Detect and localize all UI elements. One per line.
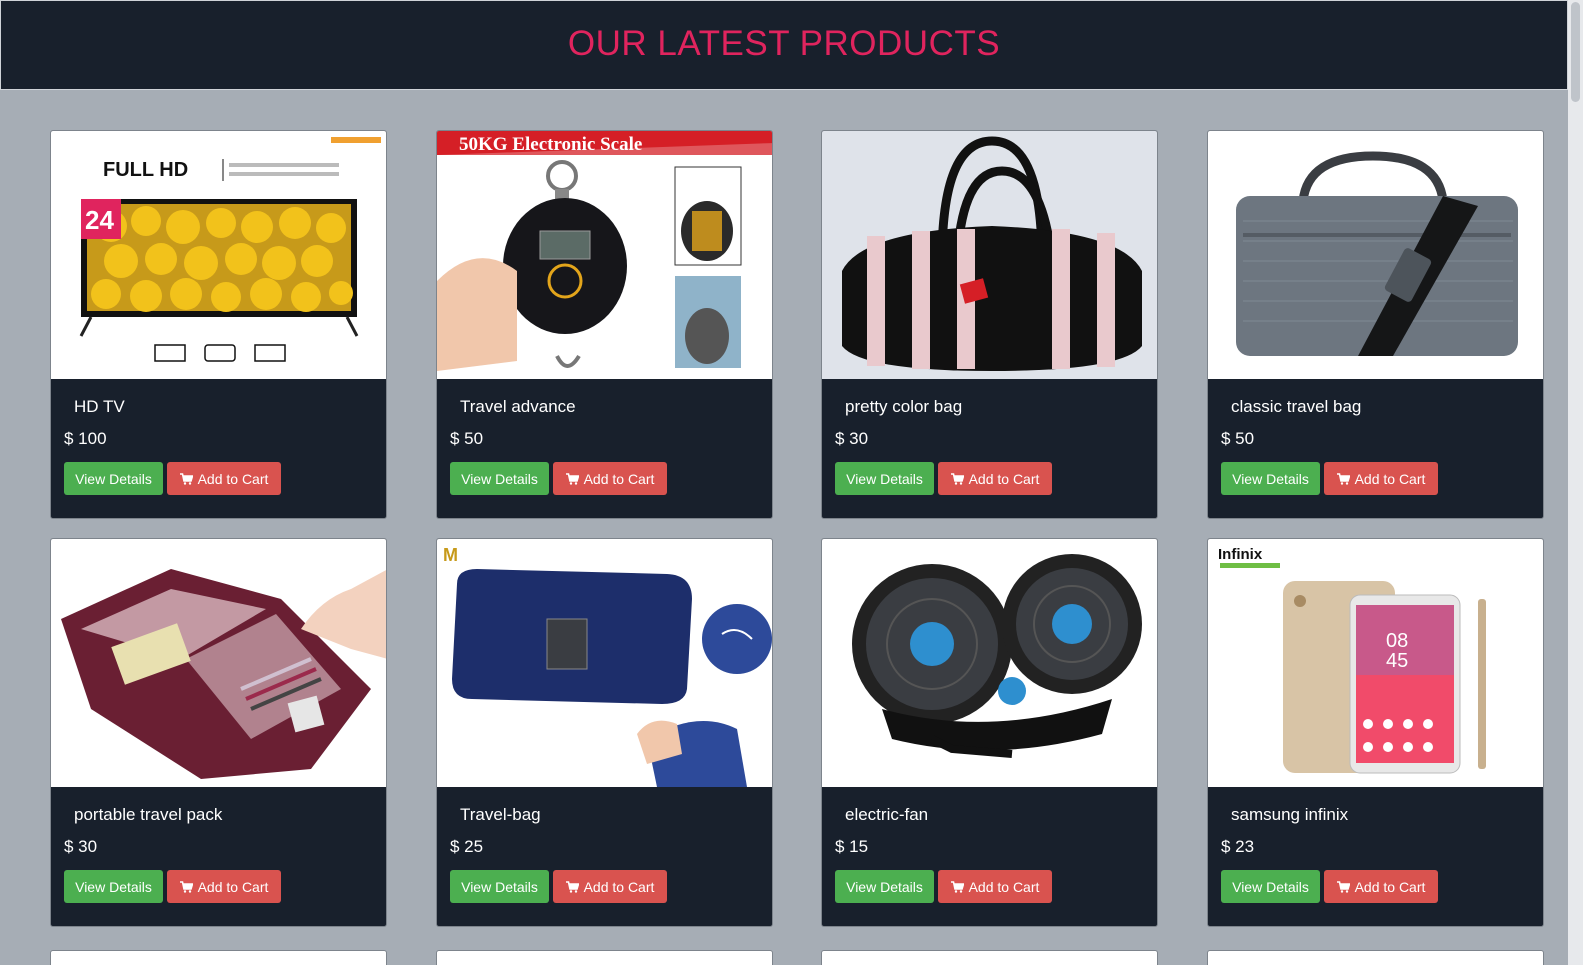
view-details-button[interactable]: View Details xyxy=(450,870,549,903)
svg-text:08: 08 xyxy=(1386,630,1408,652)
fan-image[interactable] xyxy=(822,539,1157,787)
add-to-cart-label: Add to Cart xyxy=(583,470,655,487)
product-price: $ 30 xyxy=(64,837,98,856)
view-details-button[interactable]: View Details xyxy=(1221,870,1320,903)
view-details-button[interactable]: View Details xyxy=(450,462,549,495)
add-to-cart-label: Add to Cart xyxy=(1354,470,1426,487)
add-to-cart-label: Add to Cart xyxy=(1354,878,1426,895)
add-to-cart-button[interactable]: Add to Cart xyxy=(938,870,1052,903)
laptop-bag-image[interactable] xyxy=(1208,131,1543,379)
page-header: OUR LATEST PRODUCTS xyxy=(0,0,1568,90)
product-price: $ 15 xyxy=(835,837,869,856)
product-name[interactable]: HD TV xyxy=(74,397,125,417)
add-to-cart-button[interactable]: Add to Cart xyxy=(167,462,281,495)
add-to-cart-button[interactable]: Add to Cart xyxy=(553,462,667,495)
view-details-button[interactable]: View Details xyxy=(835,870,934,903)
product-name[interactable]: Travel-bag xyxy=(460,805,541,825)
product-price: $ 100 xyxy=(64,429,107,448)
vertical-scrollbar[interactable] xyxy=(1568,0,1583,965)
product-name[interactable]: pretty color bag xyxy=(845,397,962,417)
svg-text:M: M xyxy=(443,545,458,565)
shopping-cart-icon xyxy=(179,472,193,485)
scrollbar-thumb[interactable] xyxy=(1571,2,1580,102)
product-name[interactable]: electric-fan xyxy=(845,805,928,825)
product-card: FULL HD 24 HD TV $ 100 View Details Add … xyxy=(50,130,387,519)
shopping-cart-icon xyxy=(179,880,193,893)
product-card: M Travel-bag $ 25 View Details Add to Ca… xyxy=(436,538,773,927)
add-to-cart-button[interactable]: Add to Cart xyxy=(1324,870,1438,903)
phone-image[interactable]: Infinix 08 45 xyxy=(1208,539,1543,787)
product-price: $ 25 xyxy=(450,837,484,856)
shopping-cart-icon xyxy=(950,472,964,485)
page-title: OUR LATEST PRODUCTS xyxy=(567,24,1001,63)
product-card: classic travel bag $ 50 View Details Add… xyxy=(1207,130,1544,519)
view-details-button[interactable]: View Details xyxy=(64,462,163,495)
product-name[interactable]: samsung infinix xyxy=(1231,805,1348,825)
shopping-cart-icon xyxy=(1336,880,1350,893)
add-to-cart-button[interactable]: Add to Cart xyxy=(938,462,1052,495)
infinix-logo-text: Infinix xyxy=(1218,546,1263,563)
product-card-partial[interactable] xyxy=(50,950,387,965)
product-card-partial[interactable] xyxy=(436,950,773,965)
product-card: portable travel pack $ 30 View Details A… xyxy=(50,538,387,927)
view-details-button[interactable]: View Details xyxy=(64,870,163,903)
add-to-cart-button[interactable]: Add to Cart xyxy=(553,870,667,903)
view-details-button[interactable]: View Details xyxy=(835,462,934,495)
product-card: 50KG Electronic Scale Travel advance $ 5… xyxy=(436,130,773,519)
product-price: $ 23 xyxy=(1221,837,1255,856)
shopping-cart-icon xyxy=(1336,472,1350,485)
product-card: pretty color bag $ 30 View Details Add t… xyxy=(821,130,1158,519)
tv-badge-text: 24 xyxy=(85,205,114,235)
add-to-cart-label: Add to Cart xyxy=(968,878,1040,895)
tv-image-text: FULL HD xyxy=(103,159,188,181)
product-card: electric-fan $ 15 View Details Add to Ca… xyxy=(821,538,1158,927)
product-price: $ 50 xyxy=(1221,429,1255,448)
product-name[interactable]: portable travel pack xyxy=(74,805,222,825)
pouch-image[interactable]: M xyxy=(437,539,772,787)
add-to-cart-label: Add to Cart xyxy=(583,878,655,895)
svg-text:45: 45 xyxy=(1386,650,1408,672)
add-to-cart-button[interactable]: Add to Cart xyxy=(1324,462,1438,495)
shopping-cart-icon xyxy=(565,472,579,485)
view-details-button[interactable]: View Details xyxy=(1221,462,1320,495)
product-price: $ 30 xyxy=(835,429,869,448)
add-to-cart-label: Add to Cart xyxy=(197,878,269,895)
product-name[interactable]: classic travel bag xyxy=(1231,397,1361,417)
add-to-cart-label: Add to Cart xyxy=(968,470,1040,487)
shopping-cart-icon xyxy=(565,880,579,893)
add-to-cart-label: Add to Cart xyxy=(197,470,269,487)
product-card-partial[interactable] xyxy=(821,950,1158,965)
shopping-cart-icon xyxy=(950,880,964,893)
product-card: Infinix 08 45 samsung infinix $ 23 View … xyxy=(1207,538,1544,927)
product-price: $ 50 xyxy=(450,429,484,448)
product-name[interactable]: Travel advance xyxy=(460,397,576,417)
scale-image[interactable]: 50KG Electronic Scale xyxy=(437,131,772,379)
striped-bag-image[interactable] xyxy=(822,131,1157,379)
add-to-cart-button[interactable]: Add to Cart xyxy=(167,870,281,903)
product-card-partial[interactable] xyxy=(1207,950,1544,965)
tv-image[interactable]: FULL HD 24 xyxy=(51,131,386,379)
travel-pack-image[interactable] xyxy=(51,539,386,787)
